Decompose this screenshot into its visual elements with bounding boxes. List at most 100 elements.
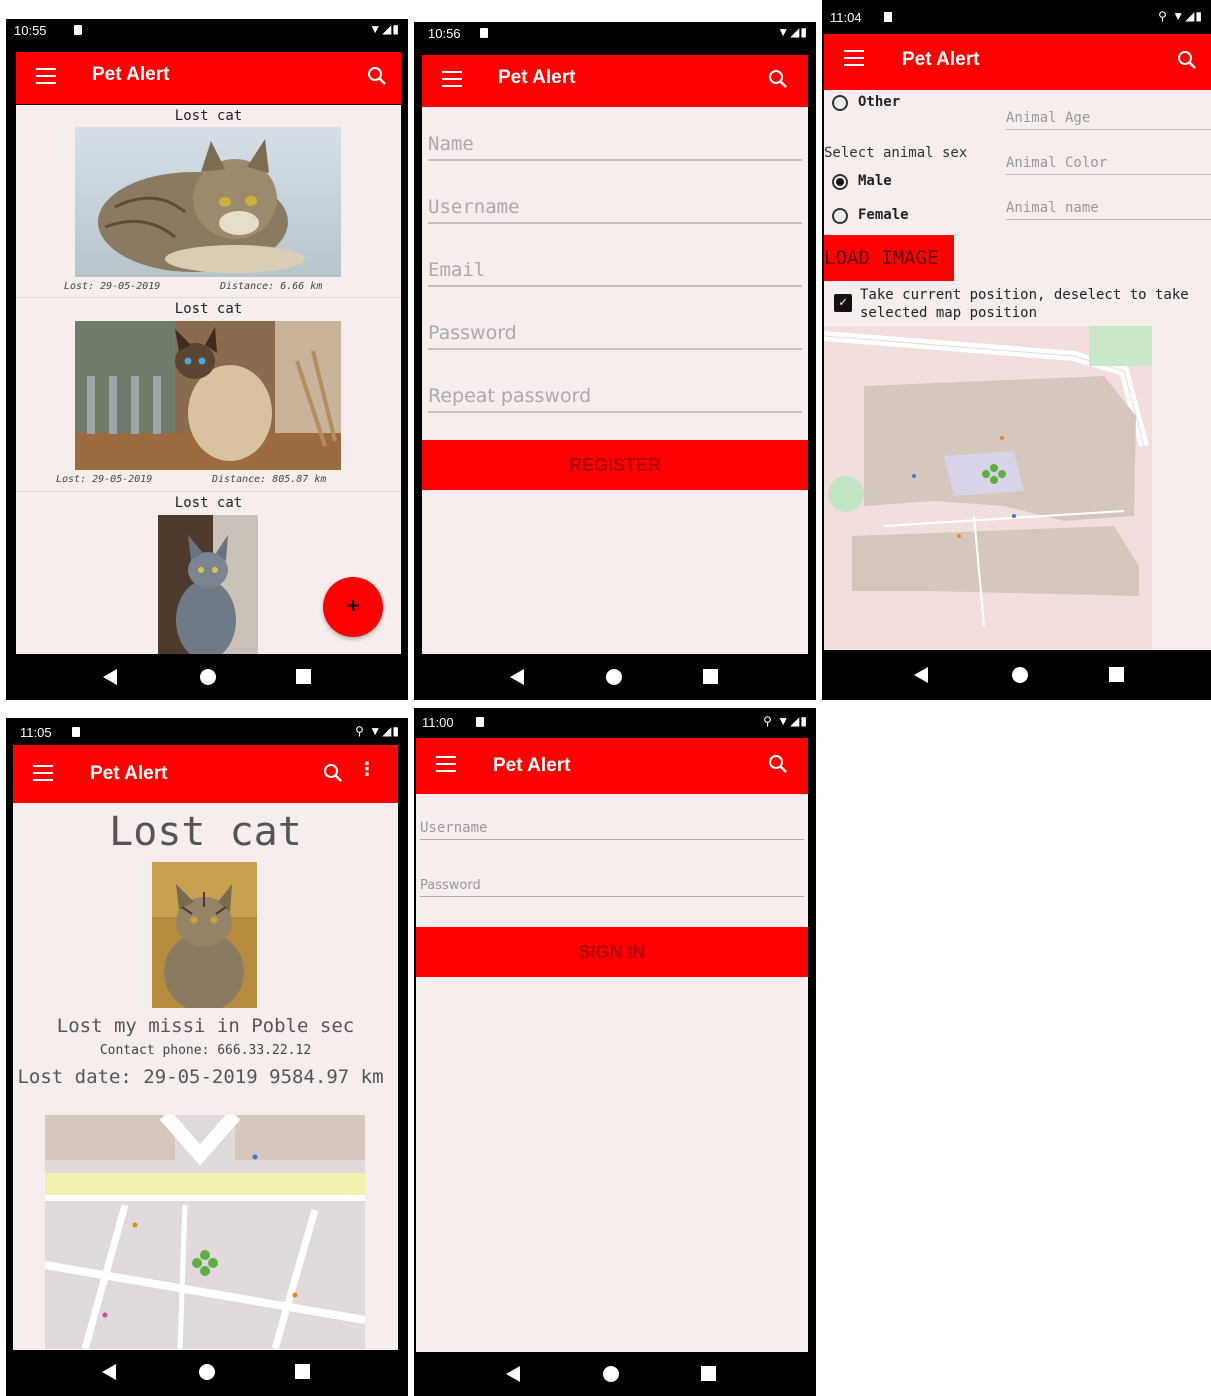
distance-label: Distance: 805.87 km	[212, 474, 327, 485]
password-field[interactable]: Password	[428, 322, 802, 350]
phone-login-screen: 11:00 ⚲ ▼◢▮ Pet Alert Username Password …	[414, 708, 816, 1396]
recents-icon[interactable]	[703, 669, 718, 684]
radio-male[interactable]	[832, 174, 848, 190]
navigation-bar	[414, 654, 816, 700]
name-field[interactable]: Name	[428, 133, 802, 161]
signal-battery-icon: ▼◢▮	[777, 25, 808, 39]
pet-detail: Lost cat Lost my missi in Poble sec Cont…	[13, 803, 398, 1350]
card-title: Lost cat	[174, 495, 243, 511]
lost-date-label: Lost: 29-05-2019	[64, 281, 161, 292]
animal-age-field[interactable]: Animal Age	[1006, 110, 1211, 130]
back-icon[interactable]	[103, 669, 117, 685]
hamburger-menu-icon[interactable]	[436, 756, 456, 772]
add-fab-button[interactable]: +	[323, 577, 383, 637]
radio-other-label: Other	[858, 94, 901, 110]
distance-label: Distance: 6.66 km	[220, 281, 323, 292]
location-map[interactable]	[824, 326, 1152, 650]
login-form: Username Password SIGN IN	[416, 794, 808, 1352]
overflow-menu-icon[interactable]: ⋮	[358, 761, 376, 779]
hamburger-menu-icon[interactable]	[844, 50, 864, 66]
detail-description: Lost my missi in Poble sec	[56, 1015, 355, 1037]
app-title: Pet Alert	[902, 49, 980, 70]
app-title: Pet Alert	[90, 763, 168, 784]
phone-detail-screen: 11:05 ⚲ ▼◢▮ Pet Alert ⋮ Lost cat Lost my…	[6, 718, 408, 1396]
recents-icon[interactable]	[701, 1366, 716, 1381]
sim-icon	[72, 727, 80, 737]
sex-label: Select animal sex	[824, 145, 968, 161]
app-title: Pet Alert	[493, 755, 571, 776]
hamburger-menu-icon[interactable]	[36, 68, 56, 84]
lost-pets-list: Lost cat Lost: 29-05-2019 Distance: 6.66…	[16, 105, 401, 654]
search-icon[interactable]	[1177, 50, 1197, 70]
report-form: Other Animal Age Select animal sex Anima…	[824, 90, 1211, 650]
home-icon[interactable]	[603, 1366, 619, 1382]
recents-icon[interactable]	[296, 669, 311, 684]
status-time: 11:00	[422, 715, 454, 730]
cat-photo-wildcat	[152, 862, 257, 1008]
phone-register-screen: 10:56 ▼◢▮ Pet Alert Name Username Email …	[414, 22, 816, 700]
cat-photo-grey	[158, 515, 258, 654]
status-time: 11:05	[20, 725, 52, 740]
load-image-button[interactable]: LOAD IMAGE	[824, 235, 954, 281]
register-button[interactable]: REGISTER	[422, 440, 808, 490]
app-bar: Pet Alert	[16, 52, 401, 104]
radio-other[interactable]	[832, 95, 848, 111]
phone-list-screen: 10:55 ▼◢▮ Pet Alert Lost cat Lost: 29-05…	[6, 19, 408, 700]
back-icon[interactable]	[510, 669, 524, 685]
location-signal-battery-icon: ⚲ ▼◢▮	[1158, 9, 1203, 23]
status-time: 10:55	[14, 23, 47, 38]
divider	[16, 491, 401, 492]
search-icon[interactable]	[768, 69, 788, 89]
status-time: 11:04	[830, 10, 862, 25]
username-field[interactable]: Username	[420, 820, 804, 840]
navigation-bar	[6, 654, 408, 700]
app-bar: Pet Alert ⋮	[13, 745, 398, 803]
username-field[interactable]: Username	[428, 196, 802, 224]
navigation-bar	[414, 1352, 816, 1396]
sim-icon	[884, 12, 892, 22]
hamburger-menu-icon[interactable]	[33, 765, 53, 781]
checkbox-current-position[interactable]: ✓	[834, 294, 852, 312]
app-title: Pet Alert	[498, 67, 576, 88]
detail-title: Lost cat	[109, 809, 302, 855]
location-map[interactable]	[45, 1115, 365, 1349]
location-signal-battery-icon: ⚲ ▼◢▮	[763, 714, 808, 728]
sign-in-button[interactable]: SIGN IN	[416, 927, 808, 977]
search-icon[interactable]	[367, 66, 387, 86]
search-icon[interactable]	[768, 754, 788, 774]
status-bar: 10:56 ▼◢▮	[414, 22, 816, 44]
navigation-bar	[822, 650, 1211, 700]
sim-icon	[74, 25, 82, 35]
divider	[16, 297, 401, 298]
status-bar: 11:00 ⚲ ▼◢▮	[414, 708, 816, 736]
search-icon[interactable]	[323, 763, 343, 783]
password-field[interactable]: Password	[420, 878, 804, 897]
home-icon[interactable]	[199, 1364, 215, 1380]
back-icon[interactable]	[914, 667, 928, 683]
home-icon[interactable]	[1012, 667, 1028, 683]
checkbox-label: Take current position, deselect to take …	[860, 287, 1189, 321]
app-bar: Pet Alert	[422, 55, 808, 107]
navigation-bar	[6, 1350, 408, 1396]
status-bar: 10:55 ▼◢▮	[6, 19, 408, 41]
home-icon[interactable]	[200, 669, 216, 685]
animal-name-field[interactable]: Animal name	[1006, 200, 1211, 220]
cat-photo-tabby	[75, 127, 341, 277]
sim-icon	[476, 717, 484, 727]
radio-female-label: Female	[858, 207, 909, 223]
status-time: 10:56	[428, 26, 461, 41]
home-icon[interactable]	[606, 669, 622, 685]
repeat-password-field[interactable]: Repeat password	[428, 385, 802, 413]
radio-female[interactable]	[832, 208, 848, 224]
back-icon[interactable]	[102, 1364, 116, 1380]
hamburger-menu-icon[interactable]	[442, 71, 462, 87]
contact-phone: Contact phone: 666.33.22.12	[99, 1043, 312, 1058]
recents-icon[interactable]	[1109, 667, 1124, 682]
email-field[interactable]: Email	[428, 259, 802, 287]
lost-date-distance: Lost date: 29-05-2019 9584.97 km	[17, 1066, 384, 1088]
back-icon[interactable]	[506, 1366, 520, 1382]
app-bar: Pet Alert	[416, 738, 808, 794]
animal-color-field[interactable]: Animal Color	[1006, 155, 1211, 175]
recents-icon[interactable]	[295, 1364, 310, 1379]
card-title: Lost cat	[174, 108, 243, 124]
